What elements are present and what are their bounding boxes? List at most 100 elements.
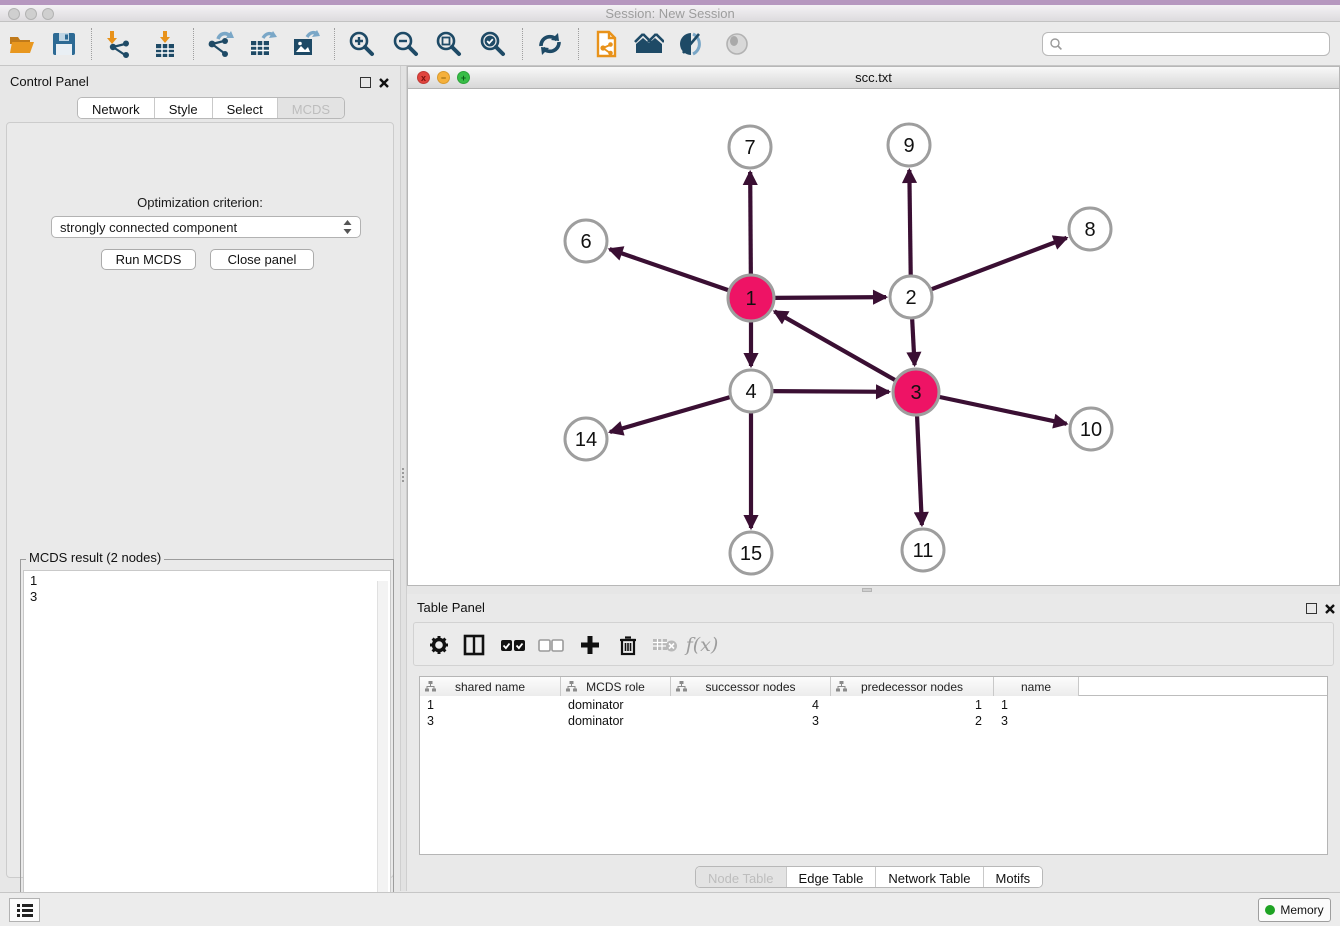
- svg-text:6: 6: [580, 231, 591, 253]
- graph-edge-1-6[interactable]: [610, 249, 730, 290]
- optimization-criterion-dropdown[interactable]: strongly connected component: [51, 216, 361, 238]
- graph-node-11[interactable]: 11: [902, 529, 944, 571]
- tab-edge-table[interactable]: Edge Table: [787, 867, 877, 887]
- tab-mcds[interactable]: MCDS: [278, 98, 344, 118]
- home-icon[interactable]: [634, 29, 664, 59]
- graph-node-4[interactable]: 4: [730, 370, 772, 412]
- export-image-icon[interactable]: [291, 29, 321, 59]
- float-panel-icon[interactable]: [1306, 603, 1317, 614]
- table-row[interactable]: 1dominator411: [420, 697, 1327, 713]
- export-table-icon[interactable]: [248, 29, 278, 59]
- graph-node-7[interactable]: 7: [729, 126, 771, 168]
- vertical-split-divider[interactable]: [400, 66, 407, 891]
- tab-network[interactable]: Network: [78, 98, 155, 118]
- graph-edge-2-9[interactable]: [909, 170, 910, 276]
- graph-node-2[interactable]: 2: [890, 276, 932, 318]
- search-box[interactable]: [1042, 32, 1330, 56]
- graph-edge-3-11[interactable]: [917, 415, 922, 525]
- graph-edge-4-14[interactable]: [610, 397, 731, 432]
- table-cell[interactable]: 1: [831, 697, 994, 713]
- delete-row-icon[interactable]: [615, 632, 641, 658]
- table-row[interactable]: 3dominator323: [420, 713, 1327, 729]
- save-session-icon[interactable]: [49, 29, 79, 59]
- node-table[interactable]: shared nameMCDS rolesuccessor nodesprede…: [419, 676, 1328, 855]
- close-panel-icon[interactable]: [1324, 603, 1336, 615]
- tab-select[interactable]: Select: [213, 98, 278, 118]
- zoom-fit-icon[interactable]: [434, 29, 464, 59]
- task-history-button[interactable]: [9, 898, 40, 922]
- graph-edge-2-3[interactable]: [912, 318, 914, 365]
- graph-node-3[interactable]: 3: [893, 369, 939, 415]
- graph-edge-1-2[interactable]: [774, 297, 886, 298]
- tab-style[interactable]: Style: [155, 98, 213, 118]
- delete-table-icon[interactable]: [652, 632, 678, 658]
- graph-node-6[interactable]: 6: [565, 220, 607, 262]
- memory-button[interactable]: Memory: [1258, 898, 1331, 922]
- toolbar-separator: [193, 28, 194, 60]
- table-cell[interactable]: 3: [420, 713, 561, 729]
- column-header-name[interactable]: name: [994, 677, 1079, 696]
- float-panel-icon[interactable]: [360, 77, 371, 88]
- add-row-icon[interactable]: [577, 632, 603, 658]
- mcds-result-textarea[interactable]: 1 3: [23, 570, 391, 926]
- mcds-result-title: MCDS result (2 nodes): [26, 550, 164, 565]
- zoom-in-icon[interactable]: [347, 29, 377, 59]
- table-cell[interactable]: 1: [420, 697, 561, 713]
- select-all-icon[interactable]: [500, 632, 526, 658]
- graph-edge-4-3[interactable]: [772, 391, 889, 392]
- network-canvas[interactable]: 1 2 3 4 6 7 8 9 10 11 14 15: [408, 89, 1339, 585]
- zoom-out-icon[interactable]: [391, 29, 421, 59]
- deselect-all-icon[interactable]: [538, 632, 564, 658]
- horizontal-split-divider[interactable]: [407, 586, 1340, 594]
- clone-network-icon[interactable]: [591, 29, 621, 59]
- import-network-icon[interactable]: [102, 29, 132, 59]
- table-cell[interactable]: 2: [831, 713, 994, 729]
- tab-motifs[interactable]: Motifs: [984, 867, 1043, 887]
- mcds-result-box: MCDS result (2 nodes) 1 3: [20, 551, 394, 926]
- tab-node-table[interactable]: Node Table: [696, 867, 787, 887]
- split-columns-icon[interactable]: [461, 632, 487, 658]
- import-table-icon[interactable]: [150, 29, 180, 59]
- graph-node-9[interactable]: 9: [888, 124, 930, 166]
- svg-text:10: 10: [1080, 419, 1102, 441]
- table-cell[interactable]: dominator: [561, 713, 671, 729]
- open-file-icon[interactable]: [7, 29, 37, 59]
- graph-edge-3-1[interactable]: [774, 311, 896, 380]
- table-cell[interactable]: 1: [994, 697, 1079, 713]
- svg-text:2: 2: [905, 287, 916, 309]
- table-cell[interactable]: 3: [994, 713, 1079, 729]
- graph-edge-1-7[interactable]: [750, 172, 751, 275]
- tab-network-table[interactable]: Network Table: [876, 867, 983, 887]
- run-mcds-button[interactable]: Run MCDS: [101, 249, 196, 270]
- column-header-successor-nodes[interactable]: successor nodes: [671, 677, 831, 696]
- preview-icon[interactable]: [722, 29, 752, 59]
- table-cell[interactable]: 4: [671, 697, 831, 713]
- graph-node-8[interactable]: 8: [1069, 208, 1111, 250]
- column-header-shared-name[interactable]: shared name: [420, 677, 561, 696]
- column-header-predecessor-nodes[interactable]: predecessor nodes: [831, 677, 994, 696]
- table-header-row: shared nameMCDS rolesuccessor nodesprede…: [420, 677, 1327, 696]
- graph-node-1[interactable]: 1: [728, 275, 774, 321]
- search-input[interactable]: [1063, 37, 1329, 51]
- svg-text:15: 15: [740, 543, 762, 565]
- graph-edge-2-8[interactable]: [931, 238, 1067, 290]
- zoom-selected-icon[interactable]: [478, 29, 508, 59]
- column-header-MCDS-role[interactable]: MCDS role: [561, 677, 671, 696]
- dropdown-value: strongly connected component: [60, 220, 343, 235]
- graph-node-14[interactable]: 14: [565, 418, 607, 460]
- svg-text:8: 8: [1084, 219, 1095, 241]
- close-panel-button[interactable]: Close panel: [210, 249, 314, 270]
- network-window-titlebar[interactable]: x − + scc.txt: [408, 67, 1339, 89]
- result-scrollbar[interactable]: [377, 581, 388, 926]
- graph-edge-3-10[interactable]: [939, 397, 1067, 424]
- hide-panels-icon[interactable]: [677, 29, 707, 59]
- table-cell[interactable]: dominator: [561, 697, 671, 713]
- table-settings-icon[interactable]: [426, 632, 452, 658]
- export-network-icon[interactable]: [205, 29, 235, 59]
- apply-layout-icon[interactable]: [535, 29, 565, 59]
- graph-node-10[interactable]: 10: [1070, 408, 1112, 450]
- graph-node-15[interactable]: 15: [730, 532, 772, 574]
- close-panel-icon[interactable]: [378, 77, 390, 89]
- app-titlebar: Session: New Session: [0, 0, 1340, 22]
- table-cell[interactable]: 3: [671, 713, 831, 729]
